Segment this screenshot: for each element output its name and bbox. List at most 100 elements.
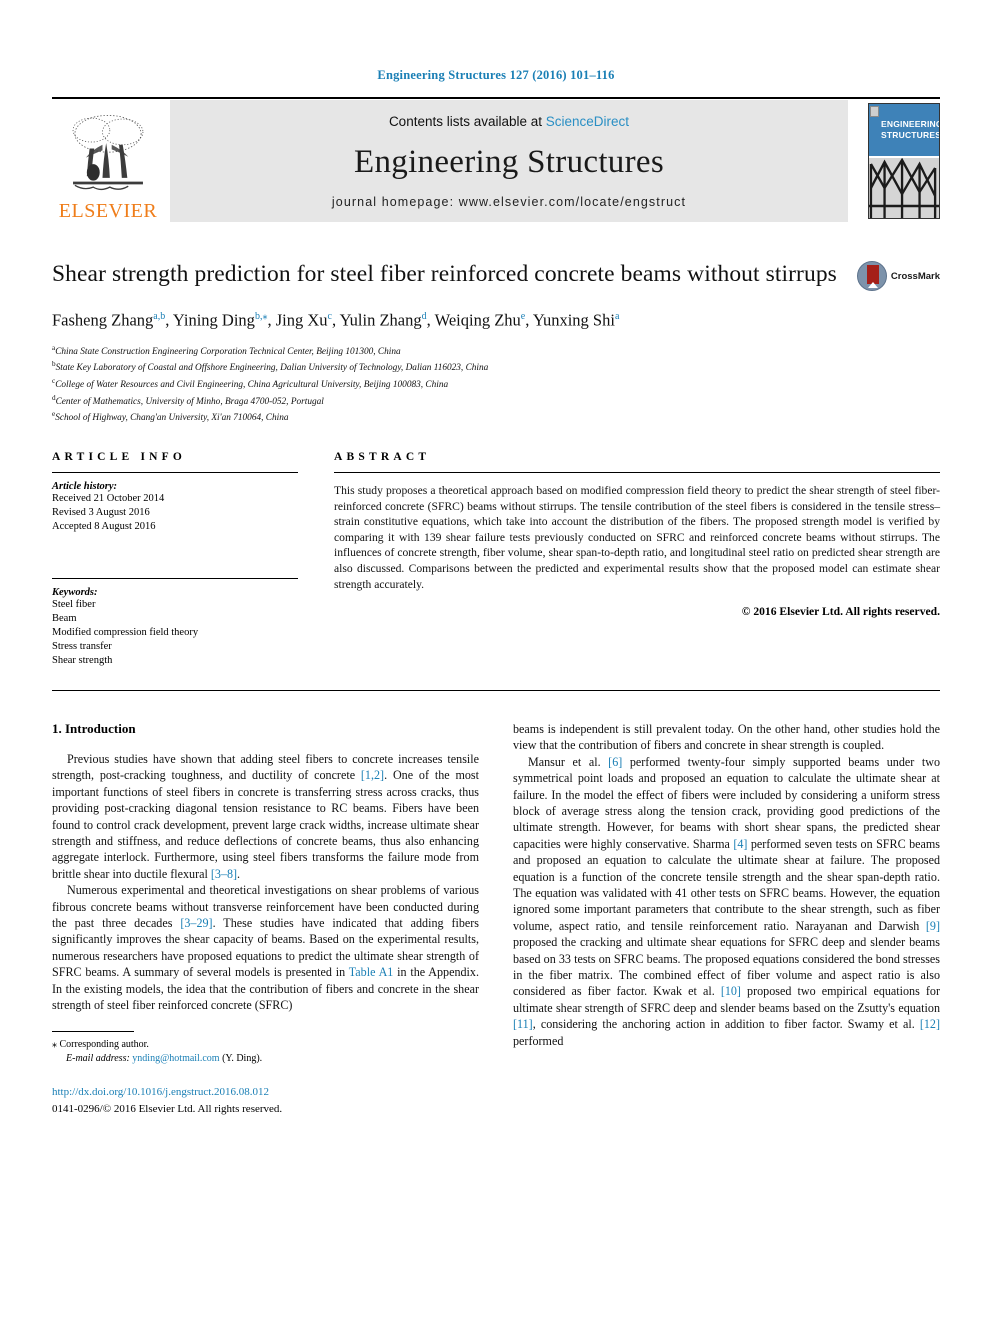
keyword-item: Stress transfer bbox=[52, 640, 112, 652]
paragraph: Previous studies have shown that adding … bbox=[52, 751, 479, 881]
table-link[interactable]: Table A1 bbox=[349, 965, 394, 979]
contents-list-line: Contents lists available at ScienceDirec… bbox=[389, 114, 629, 129]
journal-name: Engineering Structures bbox=[354, 143, 664, 180]
keyword-item: Shear strength bbox=[52, 654, 113, 666]
article-history-list: Received 21 October 2014 Revised 3 Augus… bbox=[52, 492, 298, 534]
crossmark-badge[interactable]: CrossMark bbox=[856, 261, 940, 291]
affiliation-item: bState Key Laboratory of Coastal and Off… bbox=[52, 360, 489, 374]
keyword-item: Steel fiber bbox=[52, 598, 96, 610]
email-note: E-mail address: ynding@hotmail.com (Y. D… bbox=[52, 1052, 479, 1065]
section-heading-introduction: 1. Introduction bbox=[52, 720, 136, 736]
page-title: Shear strength prediction for steel fibe… bbox=[52, 261, 837, 287]
author-name[interactable]: Yulin Zhang bbox=[340, 311, 422, 330]
author-name[interactable]: Fasheng Zhang bbox=[52, 311, 153, 330]
contents-prefix: Contents lists available at bbox=[388, 114, 546, 129]
citation-link[interactable]: [10] bbox=[721, 984, 741, 998]
author-affiliation-mark: c bbox=[327, 311, 332, 322]
body-columns: 1. Introduction Previous studies have sh… bbox=[52, 721, 940, 1117]
title-block: Shear strength prediction for steel fibe… bbox=[52, 259, 940, 425]
corresponding-author-mark: ⁎ bbox=[262, 311, 268, 322]
affiliation-mark: d bbox=[52, 393, 56, 402]
elsevier-tree-icon bbox=[72, 114, 144, 191]
body-right-column: beams is independent is still prevalent … bbox=[513, 721, 940, 1117]
issn-copyright-line: 0141-0296/© 2016 Elsevier Ltd. All right… bbox=[52, 1103, 283, 1116]
affiliation-mark: c bbox=[52, 376, 56, 385]
section-separator bbox=[52, 689, 940, 691]
crossmark-icon bbox=[856, 261, 887, 291]
article-info-column: ARTICLE INFO Article history: Received 2… bbox=[52, 451, 298, 668]
masthead-center: Contents lists available at ScienceDirec… bbox=[170, 100, 848, 222]
abstract-column: ABSTRACT This study proposes a theoretic… bbox=[334, 451, 940, 668]
corresponding-mark: ⁎ bbox=[52, 1039, 57, 1051]
author-affiliation-mark: a bbox=[614, 311, 620, 322]
affiliation-item: eSchool of Highway, Chang'an University,… bbox=[52, 410, 289, 424]
running-head: Engineering Structures 127 (2016) 101–11… bbox=[377, 68, 615, 82]
cover-title-band: ENGINEERING STRUCTURES bbox=[869, 104, 939, 156]
affiliation-item: aChina State Construction Engineering Co… bbox=[52, 343, 401, 357]
doi-block: http://dx.doi.org/10.1016/j.engstruct.20… bbox=[52, 1085, 479, 1117]
footnote-rule bbox=[52, 1031, 134, 1033]
email-link[interactable]: ynding@hotmail.com bbox=[132, 1053, 219, 1064]
crossmark-label: CrossMark bbox=[890, 270, 940, 282]
truss-bridge-illustration-icon bbox=[869, 157, 939, 218]
cover-corner-mark bbox=[870, 106, 879, 117]
author-affiliation-mark: d bbox=[421, 311, 427, 322]
author-name[interactable]: Yunxing Shi bbox=[533, 311, 615, 330]
citation-link[interactable]: [3–8] bbox=[211, 867, 237, 881]
copyright-line: © 2016 Elsevier Ltd. All rights reserved… bbox=[741, 605, 940, 619]
cover-title-line2: STRUCTURES bbox=[881, 130, 940, 140]
citation-link[interactable]: [6] bbox=[608, 755, 622, 769]
journal-homepage[interactable]: journal homepage: www.elsevier.com/locat… bbox=[332, 195, 686, 209]
journal-cover-thumbnail: ENGINEERING STRUCTURES bbox=[868, 103, 940, 219]
article-history-title: Article history: bbox=[52, 480, 118, 492]
affiliation-item: cCollege of Water Resources and Civil En… bbox=[52, 376, 449, 390]
article-info-heading: ARTICLE INFO bbox=[52, 450, 187, 463]
affiliation-list: aChina State Construction Engineering Co… bbox=[52, 342, 844, 425]
history-item: Received 21 October 2014 bbox=[52, 492, 165, 504]
citation-link[interactable]: [4] bbox=[733, 837, 747, 851]
author-affiliation-mark: a,b bbox=[153, 311, 166, 322]
footnote-block: ⁎ Corresponding author. E-mail address: … bbox=[52, 1031, 479, 1117]
keyword-item: Beam bbox=[52, 612, 77, 624]
citation-link[interactable]: [12] bbox=[920, 1017, 940, 1031]
history-item: Revised 3 August 2016 bbox=[52, 506, 150, 518]
paragraph: Mansur et al. [6] performed twenty-four … bbox=[513, 754, 940, 1048]
abstract-heading: ABSTRACT bbox=[334, 450, 431, 463]
keywords-title: Keywords: bbox=[52, 586, 98, 598]
author-list: Fasheng Zhanga,b, Yining Dingb,⁎, Jing X… bbox=[52, 310, 620, 330]
history-item: Accepted 8 August 2016 bbox=[52, 520, 156, 532]
author-name[interactable]: Weiqing Zhu bbox=[435, 311, 521, 330]
info-abstract-region: ARTICLE INFO Article history: Received 2… bbox=[52, 451, 940, 668]
journal-cover: ENGINEERING STRUCTURES bbox=[856, 99, 940, 223]
citation-link[interactable]: [9] bbox=[926, 919, 940, 933]
elsevier-wordmark: ELSEVIER bbox=[58, 200, 158, 222]
doi-link[interactable]: http://dx.doi.org/10.1016/j.engstruct.20… bbox=[52, 1085, 479, 1099]
author-name[interactable]: Jing Xu bbox=[276, 311, 328, 330]
abstract-rule bbox=[334, 471, 940, 473]
email-label: E-mail address: bbox=[66, 1052, 130, 1064]
article-page: Engineering Structures 127 (2016) 101–11… bbox=[0, 0, 992, 1323]
affiliation-mark: e bbox=[52, 410, 56, 419]
affiliation-mark: b bbox=[52, 360, 56, 369]
affiliation-mark: a bbox=[52, 343, 56, 352]
cover-photo bbox=[869, 157, 939, 218]
author-name[interactable]: Yining Ding bbox=[173, 311, 255, 330]
keywords-block: Keywords: Steel fiber Beam Modified comp… bbox=[52, 577, 298, 668]
citation-link[interactable]: [3–29] bbox=[180, 916, 212, 930]
email-owner: (Y. Ding). bbox=[222, 1052, 263, 1064]
paragraph: beams is independent is still prevalent … bbox=[513, 721, 940, 753]
journal-masthead: ELSEVIER Contents lists available at Sci… bbox=[52, 97, 940, 223]
elsevier-logo: ELSEVIER bbox=[52, 99, 164, 223]
author-affiliation-mark: e bbox=[520, 311, 526, 322]
paragraph: Numerous experimental and theoretical in… bbox=[52, 883, 479, 1013]
corresponding-author-note: ⁎ Corresponding author. bbox=[52, 1038, 479, 1051]
body-left-column: 1. Introduction Previous studies have sh… bbox=[52, 721, 479, 1117]
affiliation-item: dCenter of Mathematics, University of Mi… bbox=[52, 393, 324, 407]
keywords-rule bbox=[52, 577, 298, 579]
sciencedirect-link[interactable]: ScienceDirect bbox=[546, 114, 629, 129]
citation-link[interactable]: [1,2] bbox=[361, 768, 384, 782]
corresponding-text: Corresponding author. bbox=[59, 1039, 149, 1051]
keyword-item: Modified compression field theory bbox=[52, 626, 199, 638]
abstract-text: This study proposes a theoretical approa… bbox=[334, 483, 940, 591]
citation-link[interactable]: [11] bbox=[513, 1017, 533, 1031]
